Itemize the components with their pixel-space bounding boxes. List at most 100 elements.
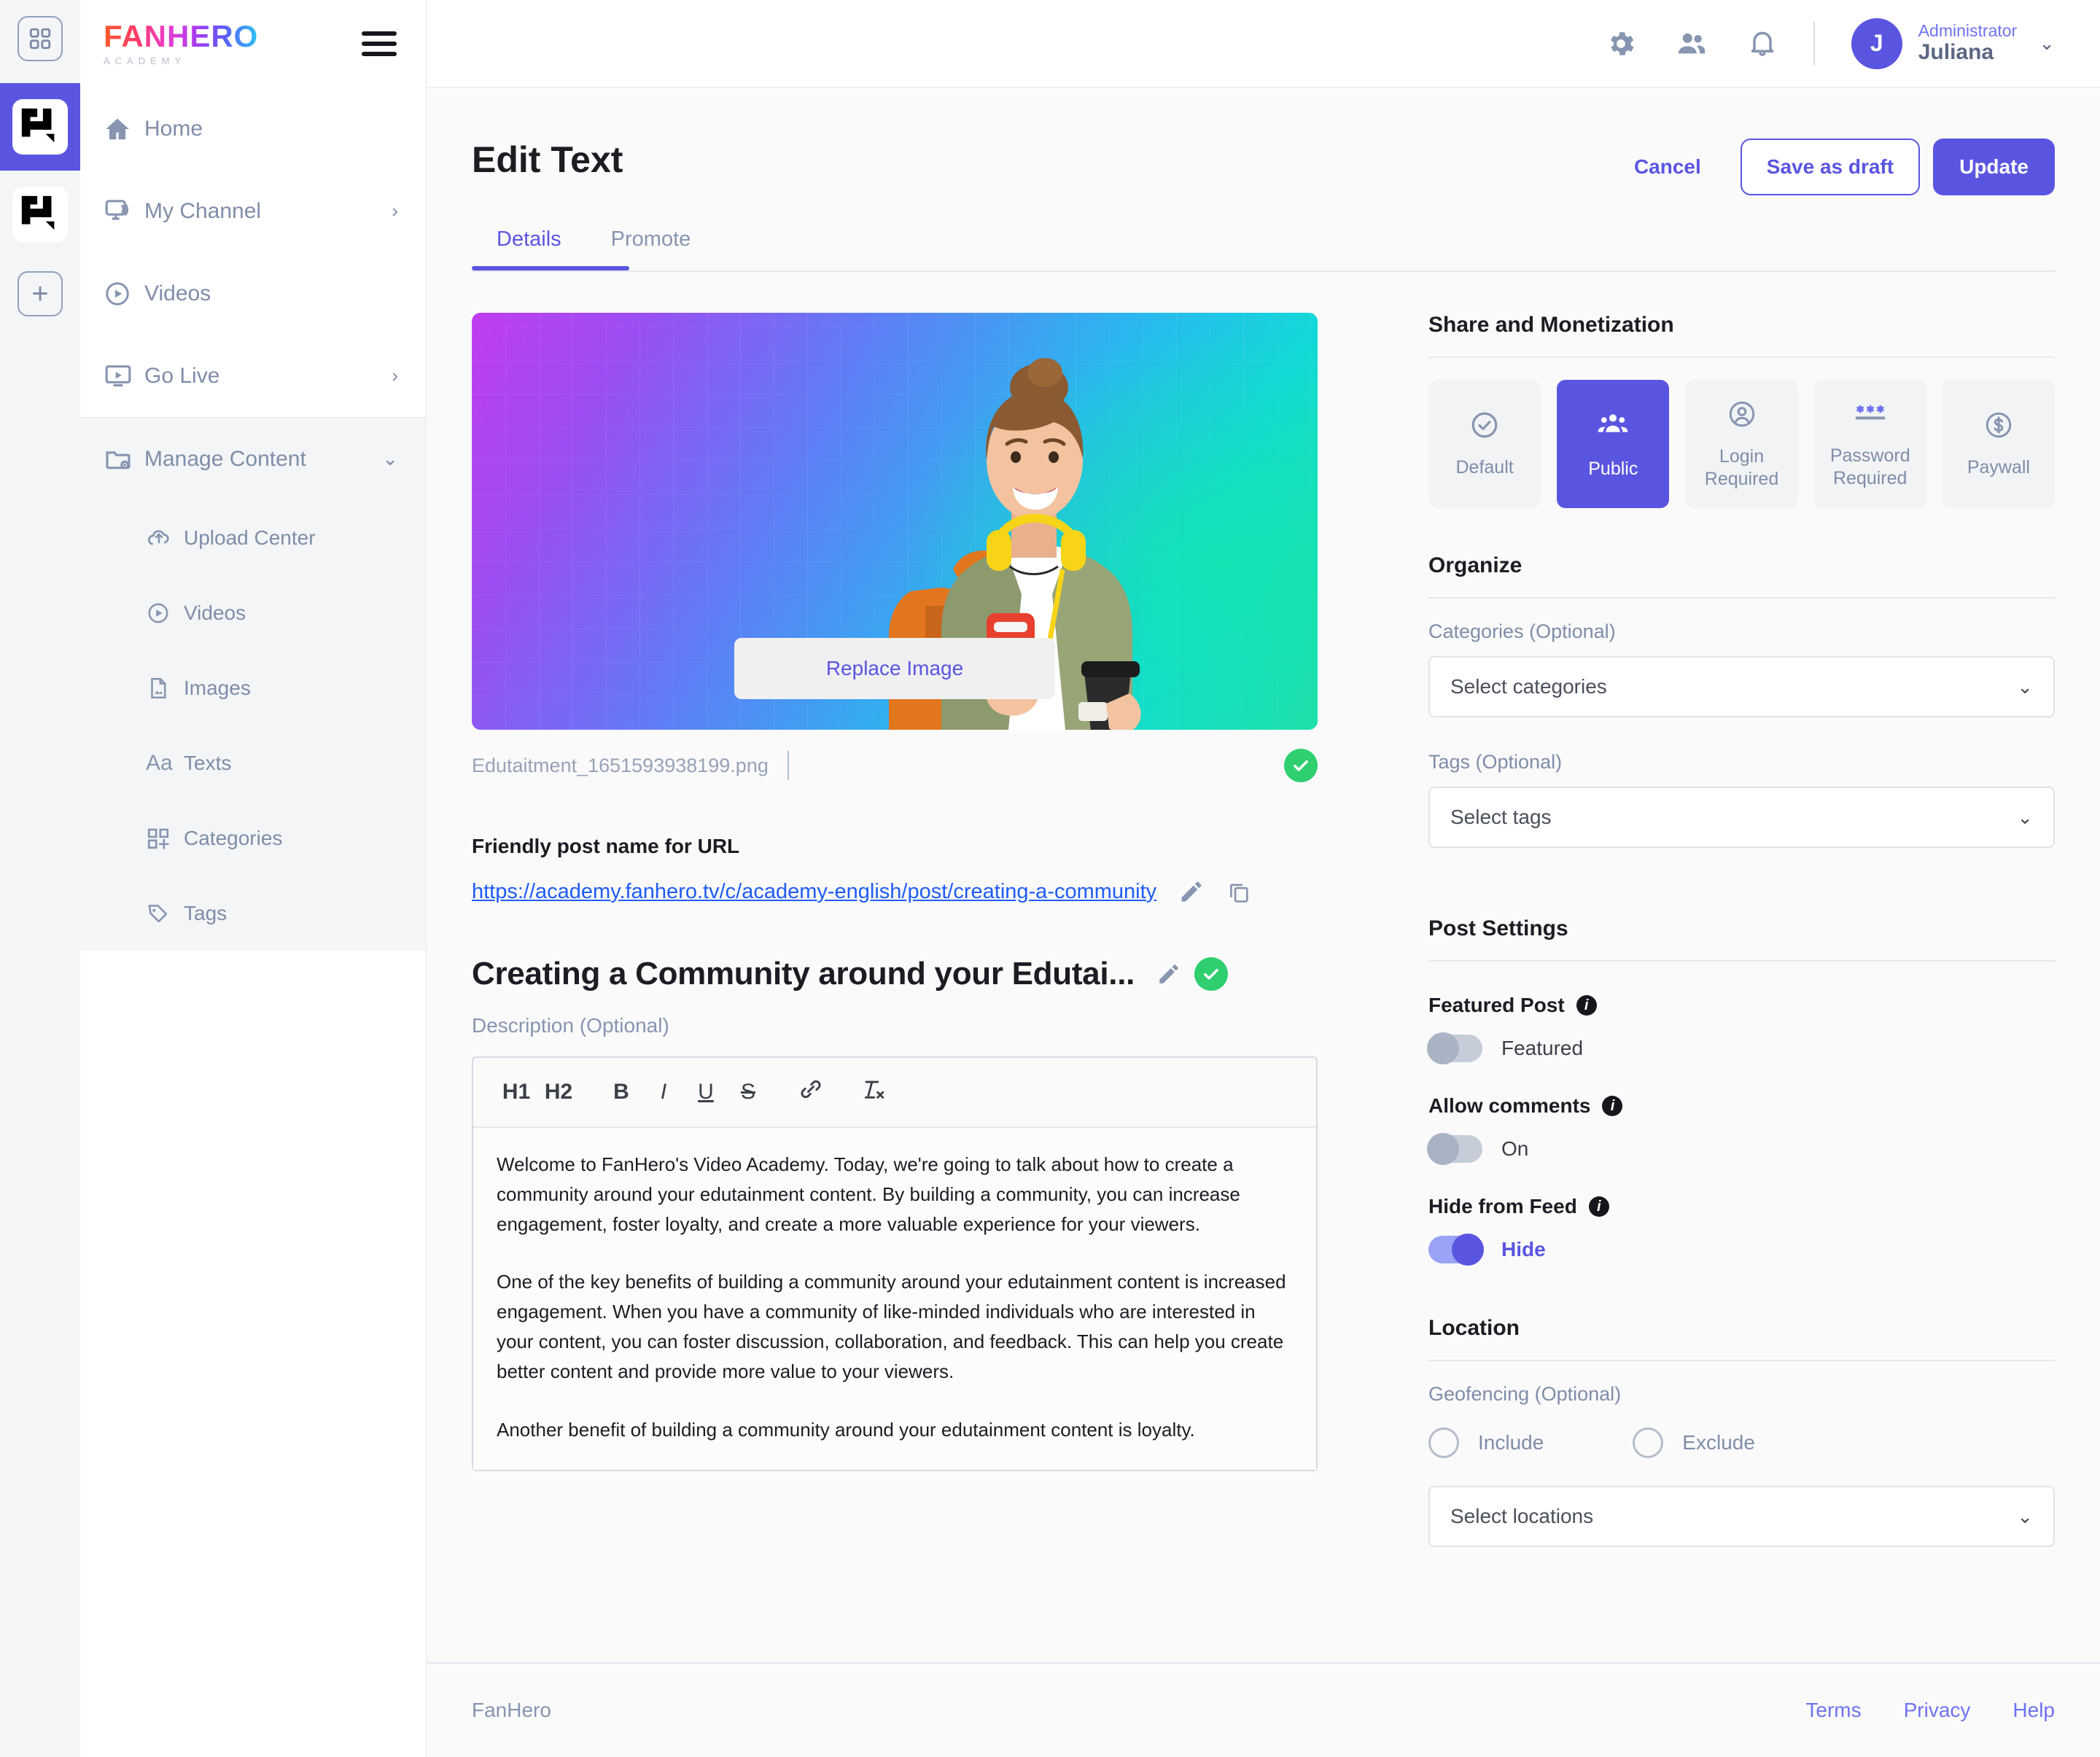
sidebar-item-texts[interactable]: Aa Texts [80, 725, 426, 800]
footer-link-help[interactable]: Help [2012, 1699, 2055, 1722]
sidebar-item-manage-content[interactable]: Manage Content ⌄ [80, 418, 426, 500]
info-icon[interactable]: i [1588, 1196, 1609, 1217]
hide-from-feed-toggle[interactable] [1428, 1234, 1484, 1266]
page-content: Edit Text Cancel Save as draft Update De… [427, 87, 2100, 1757]
description-paragraph: Another benefit of building a community … [497, 1418, 1195, 1441]
share-option-login-required[interactable]: Login Required [1685, 380, 1798, 508]
heading1-button[interactable]: H1 [495, 1080, 537, 1105]
hamburger-icon[interactable] [362, 31, 397, 56]
include-label: Include [1478, 1431, 1544, 1454]
replace-image-button[interactable]: Replace Image [734, 638, 1055, 699]
sidebar-item-videos[interactable]: Videos [80, 252, 426, 335]
chevron-down-icon: ⌄ [2017, 1505, 2033, 1527]
share-option-label: Public [1588, 459, 1638, 479]
toggle-knob [1427, 1133, 1459, 1165]
gear-icon[interactable] [1605, 28, 1637, 60]
sidebar-item-images[interactable]: Images [80, 650, 426, 725]
sidebar-subitem-label: Tags [184, 901, 228, 924]
post-title-row: Creating a Community around your Edutai.… [472, 956, 1318, 992]
sidebar-item-label: Go Live [144, 363, 220, 388]
description-paragraph: One of the key benefits of building a co… [497, 1271, 1286, 1383]
locations-select[interactable]: Select locations ⌄ [1428, 1486, 2055, 1547]
channel-avatar-active[interactable] [0, 83, 80, 171]
italic-button[interactable]: I [642, 1080, 685, 1105]
tab-active-indicator [472, 266, 629, 270]
include-radio[interactable] [1428, 1427, 1459, 1458]
allow-comments-toggle[interactable] [1427, 1133, 1482, 1165]
fanhero-mark-2 [12, 187, 68, 242]
footer-brand: FanHero [472, 1699, 551, 1721]
sidebar-item-videos-sub[interactable]: Videos [80, 575, 426, 650]
sidebar-subitem-label: Images [184, 676, 251, 699]
folder-gear-icon [104, 445, 144, 474]
hide-from-feed-label: Hide from Feed i [1428, 1195, 2055, 1218]
bell-icon[interactable] [1746, 28, 1778, 60]
info-icon[interactable]: i [1602, 1096, 1623, 1116]
sidebar-item-go-live[interactable]: Go Live › [80, 335, 426, 417]
check-circle-outline-icon [1469, 410, 1500, 445]
tags-select-value: Select tags [1450, 806, 1552, 828]
sidebar-item-upload-center[interactable]: Upload Center [80, 500, 426, 575]
sidebar-item-categories[interactable]: Categories [80, 800, 426, 876]
add-channel-button[interactable]: + [18, 271, 63, 316]
description-text[interactable]: Welcome to FanHero's Video Academy. Toda… [473, 1128, 1316, 1470]
cancel-button[interactable]: Cancel [1608, 139, 1727, 195]
content-columns: Replace Image Edutaitment_1651593938199.… [427, 272, 2100, 1547]
channel-avatar-secondary[interactable] [0, 171, 80, 258]
save-as-draft-button[interactable]: Save as draft [1740, 139, 1921, 195]
update-button[interactable]: Update [1933, 139, 2055, 195]
pencil-icon[interactable] [1178, 878, 1205, 905]
sidebar-item-tags[interactable]: Tags [80, 876, 426, 951]
share-option-default[interactable]: Default [1428, 380, 1541, 508]
cloud-upload-icon [146, 525, 184, 551]
cover-image[interactable]: Replace Image [472, 313, 1318, 730]
user-menu[interactable]: J Administrator Juliana ⌄ [1851, 17, 2055, 69]
sidebar-subitem-label: Videos [184, 601, 246, 624]
text-aa-icon: Aa [146, 750, 173, 775]
categories-select[interactable]: Select categories ⌄ [1428, 656, 2055, 717]
home-icon [104, 115, 144, 143]
exclude-radio[interactable] [1633, 1427, 1664, 1458]
copy-icon[interactable] [1226, 879, 1251, 904]
featured-post-toggle[interactable] [1427, 1032, 1482, 1064]
live-icon [104, 362, 144, 391]
footer-link-privacy[interactable]: Privacy [1904, 1699, 1971, 1722]
clear-format-icon[interactable] [852, 1077, 895, 1107]
share-option-paywall[interactable]: Paywall [1942, 380, 2056, 508]
tab-details[interactable]: Details [472, 227, 586, 270]
info-icon[interactable]: i [1576, 995, 1597, 1016]
people-icon[interactable] [1675, 27, 1708, 61]
heading2-button[interactable]: H2 [537, 1080, 580, 1105]
sidebar-item-my-channel[interactable]: My Channel › [80, 170, 426, 252]
sidebar-item-label: Home [144, 116, 203, 141]
check-circle-icon [1284, 749, 1318, 782]
underline-button[interactable]: U [685, 1080, 727, 1105]
user-circle-icon [1727, 399, 1757, 435]
footer-link-terms[interactable]: Terms [1805, 1699, 1861, 1722]
strikethrough-button[interactable]: S [727, 1080, 769, 1105]
categories-grid-plus-icon [146, 826, 184, 851]
apps-grid-button[interactable] [18, 16, 63, 61]
brand-logo[interactable]: FANHERO ACADEMY [104, 21, 258, 67]
allow-comments-label: Allow comments i [1428, 1094, 2055, 1118]
tab-promote[interactable]: Promote [586, 227, 716, 270]
left-column: Replace Image Edutaitment_1651593938199.… [472, 313, 1318, 1547]
share-option-label-line1: Password [1829, 445, 1910, 466]
share-option-public[interactable]: Public [1557, 380, 1670, 508]
topbar-divider [1813, 21, 1815, 66]
sidebar-item-label: Videos [144, 281, 211, 305]
sidebar-item-home[interactable]: Home [80, 87, 426, 170]
featured-post-state: Featured [1501, 1037, 1584, 1059]
featured-post-label: Featured Post i [1428, 994, 2055, 1017]
play-circle-icon [104, 280, 144, 308]
tags-select[interactable]: Select tags ⌄ [1428, 787, 2055, 848]
bold-button[interactable]: B [600, 1080, 642, 1105]
friendly-url-link[interactable]: https://academy.fanhero.tv/c/academy-eng… [472, 880, 1156, 904]
link-icon[interactable] [790, 1077, 832, 1107]
image-file-icon [146, 676, 184, 701]
channel-icon [104, 197, 144, 226]
share-option-password-required[interactable]: Password Required [1813, 380, 1926, 508]
chevron-down-icon: ⌄ [2017, 806, 2033, 828]
sidebar-subitem-label: Upload Center [184, 526, 316, 549]
pencil-icon[interactable] [1156, 962, 1181, 986]
